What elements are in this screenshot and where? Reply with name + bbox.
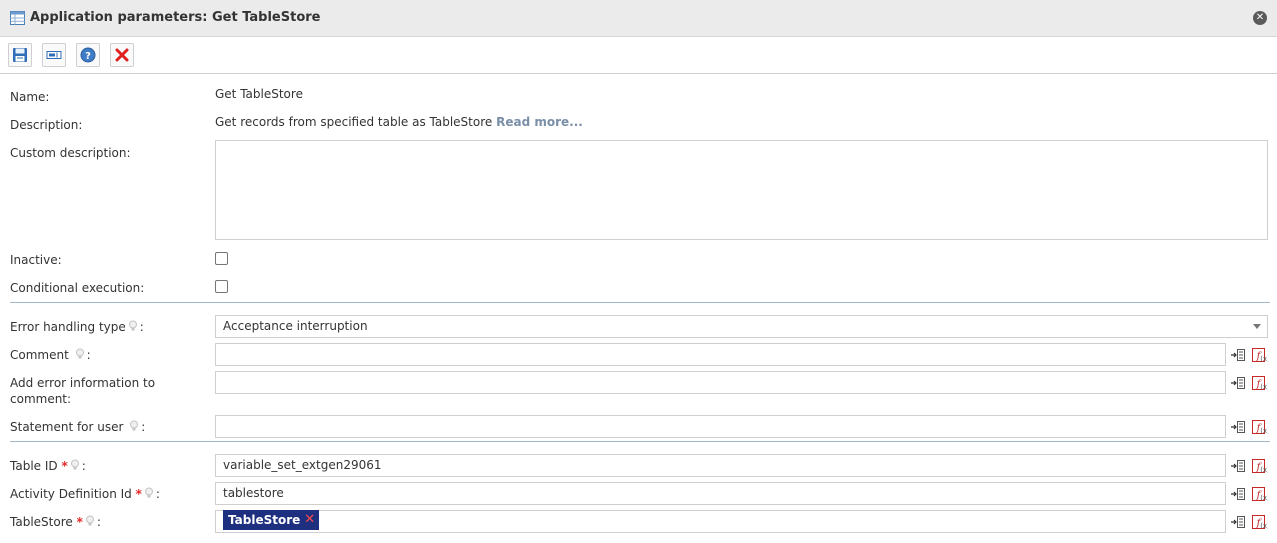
remove-tag-icon[interactable]: ✕ [304,510,315,530]
input-button[interactable] [42,43,66,67]
tablestore-label-text: TableStore [10,515,73,529]
add-error-info-input[interactable] [215,371,1226,394]
description-label: Description: [10,118,83,132]
svg-text:(x): (x) [1260,466,1268,473]
comment-label: Comment : [10,347,91,363]
insert-variable-icon[interactable] [1230,420,1246,434]
table-id-label: Table ID *: [10,458,86,474]
required-mark: * [61,459,68,473]
table-id-input[interactable]: variable_set_extgen29061 [215,454,1226,477]
hint-bulb-icon [130,420,139,431]
save-button[interactable] [8,43,32,67]
read-more-link[interactable]: Read more... [496,115,583,129]
tablestore-colon: : [96,515,101,529]
table-id-label-text: Table ID [10,459,58,473]
error-handling-type-colon: : [139,320,144,334]
window-title: Application parameters: Get TableStore [30,10,321,25]
required-mark: * [76,515,83,529]
comment-label-text: Comment [10,348,69,362]
inactive-checkbox[interactable] [215,252,228,265]
tablestore-tag-label: TableStore [228,513,301,527]
conditional-execution-label: Conditional execution: [10,281,145,295]
function-editor-icon[interactable]: f(x) [1252,459,1268,473]
section-divider [10,441,1270,442]
function-editor-icon[interactable]: f(x) [1252,376,1268,390]
description-text: Get records from specified table as Tabl… [215,115,583,129]
delete-icon [115,48,129,62]
statement-colon: : [141,420,146,434]
comment-input[interactable] [215,343,1226,366]
activity-definition-id-colon: : [155,487,160,501]
description-value: Get records from specified table as Tabl… [215,115,493,129]
statement-for-user-label: Statement for user : [10,419,145,435]
hint-bulb-icon [128,320,137,331]
custom-description-textarea[interactable] [215,140,1268,240]
statement-for-user-label-text: Statement for user [10,420,124,434]
tablestore-input[interactable] [215,510,1226,533]
hint-bulb-icon [70,459,79,470]
inactive-label: Inactive: [10,253,62,267]
activity-definition-id-label-text: Activity Definition Id [10,487,132,501]
hint-bulb-icon [85,515,94,526]
error-handling-type-select[interactable]: Acceptance interruption [215,315,1268,338]
svg-text:(x): (x) [1260,494,1268,501]
error-handling-type-value: Acceptance interruption [223,319,368,333]
input-field-icon [46,51,62,59]
insert-variable-icon[interactable] [1230,348,1246,362]
help-icon: ? [80,47,96,63]
toolbar: ? [0,37,1277,74]
delete-button[interactable] [110,43,134,67]
function-editor-icon[interactable]: f(x) [1252,348,1268,362]
activity-definition-id-label: Activity Definition Id *: [10,486,160,502]
function-editor-icon[interactable]: f(x) [1252,487,1268,501]
add-error-info-label: Add error information to comment: [10,376,156,406]
chevron-down-icon[interactable] [1253,324,1261,329]
function-editor-icon[interactable]: f(x) [1252,515,1268,529]
conditional-execution-checkbox[interactable] [215,280,228,293]
hint-bulb-icon [75,348,84,359]
svg-text:(x): (x) [1260,355,1268,362]
custom-description-label: Custom description: [10,146,131,160]
svg-text:(x): (x) [1260,427,1268,434]
title-bar: Application parameters: Get TableStore ✕ [0,0,1277,37]
name-label: Name: [10,90,50,104]
table-icon [10,11,25,25]
function-editor-icon[interactable]: f(x) [1252,420,1268,434]
table-id-colon: : [81,459,86,473]
svg-text:(x): (x) [1260,522,1268,529]
comment-colon: : [86,348,91,362]
statement-for-user-input[interactable] [215,415,1226,438]
required-mark: * [135,487,142,501]
save-icon [13,48,27,62]
insert-variable-icon[interactable] [1230,487,1246,501]
error-handling-type-label-text: Error handling type [10,320,126,334]
help-button[interactable]: ? [76,43,100,67]
svg-text:?: ? [85,51,91,62]
insert-variable-icon[interactable] [1230,376,1246,390]
svg-text:(x): (x) [1260,383,1268,390]
section-divider [10,302,1270,303]
insert-variable-icon[interactable] [1230,459,1246,473]
error-handling-type-label: Error handling type: [10,319,144,335]
hint-bulb-icon [144,487,153,498]
insert-variable-icon[interactable] [1230,515,1246,529]
activity-definition-id-input[interactable]: tablestore [215,482,1226,505]
name-value: Get TableStore [215,87,303,101]
tablestore-tag: TableStore ✕ [223,510,320,530]
tablestore-label: TableStore *: [10,514,101,530]
close-icon[interactable]: ✕ [1253,11,1267,25]
